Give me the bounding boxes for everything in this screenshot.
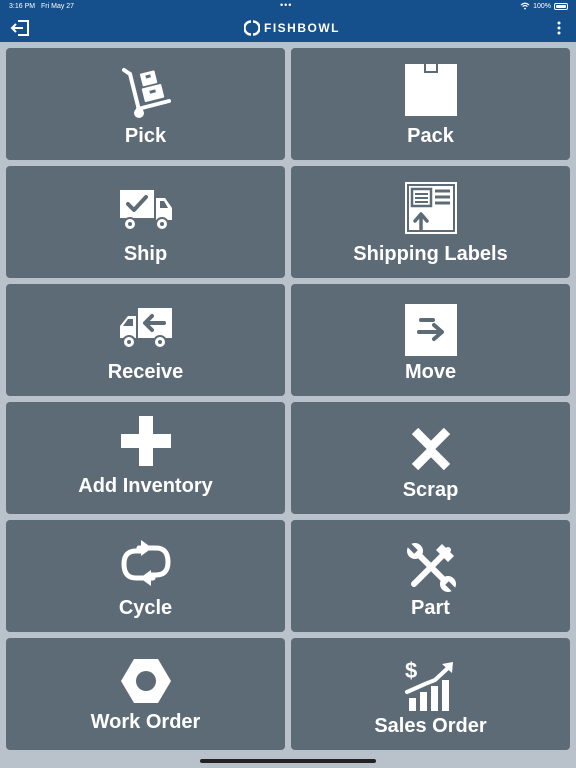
move-arrow-icon <box>404 304 457 356</box>
cycle-arrows-icon <box>120 540 171 586</box>
ship-tile[interactable]: Ship <box>6 166 285 278</box>
battery-percent: 100% <box>533 2 551 10</box>
battery-icon <box>554 2 568 10</box>
pack-tile[interactable]: Pack <box>291 48 570 160</box>
svg-text:$: $ <box>405 658 417 683</box>
tile-label: Ship <box>123 243 168 265</box>
receive-tile[interactable]: Receive <box>6 284 285 396</box>
shipping-label-icon <box>404 182 457 234</box>
tools-icon <box>405 542 456 592</box>
tile-label: Sales Order <box>374 715 487 737</box>
add-inventory-tile[interactable]: Add Inventory <box>6 402 285 514</box>
shipping-labels-tile[interactable]: Shipping Labels <box>291 166 570 278</box>
brand-name: FISHBOWL <box>264 21 340 35</box>
scrap-tile[interactable]: Scrap <box>291 402 570 514</box>
multitask-dots-icon[interactable]: ••• <box>280 0 292 10</box>
tile-label: Shipping Labels <box>353 243 508 265</box>
tile-label: Pick <box>124 125 167 147</box>
status-right: 100% <box>520 2 568 10</box>
tile-label: Part <box>411 597 450 619</box>
sales-growth-icon: $ <box>404 658 453 711</box>
brand-logo: FISHBOWL <box>244 20 340 36</box>
tile-label: Receive <box>107 361 184 383</box>
pick-tile[interactable]: Pick <box>6 48 285 160</box>
tile-label: Work Order <box>90 711 201 733</box>
tile-label: Cycle <box>118 597 173 619</box>
tile-label: Scrap <box>402 479 459 501</box>
fishbowl-logo-icon <box>244 20 260 36</box>
tile-label: Pack <box>407 125 454 147</box>
tile-label: Add Inventory <box>78 475 213 497</box>
wifi-icon <box>520 2 530 10</box>
logout-icon[interactable] <box>10 18 32 38</box>
sales-order-tile[interactable]: $ Sales Order <box>291 638 570 750</box>
x-icon <box>411 428 450 470</box>
box-icon <box>404 64 457 116</box>
status-bar: 3:16 PM Fri May 27 ••• 100% <box>0 0 576 14</box>
move-tile[interactable]: Move <box>291 284 570 396</box>
status-time: 3:16 PM <box>9 3 36 10</box>
tile-label: Move <box>404 361 457 383</box>
status-date: Fri May 27 <box>41 3 75 10</box>
action-grid: Pick Pack Ship Shipping Labels Receive M… <box>6 48 570 750</box>
work-order-tile[interactable]: Work Order <box>6 638 285 750</box>
nav-bar: FISHBOWL <box>0 14 576 42</box>
home-indicator[interactable] <box>200 759 376 763</box>
hand-truck-icon <box>121 68 171 118</box>
truck-receive-icon <box>119 308 172 349</box>
more-vertical-icon[interactable] <box>554 20 564 36</box>
hex-nut-icon <box>120 659 171 703</box>
plus-icon <box>120 416 171 466</box>
cycle-tile[interactable]: Cycle <box>6 520 285 632</box>
delivery-truck-check-icon <box>119 190 172 231</box>
part-tile[interactable]: Part <box>291 520 570 632</box>
